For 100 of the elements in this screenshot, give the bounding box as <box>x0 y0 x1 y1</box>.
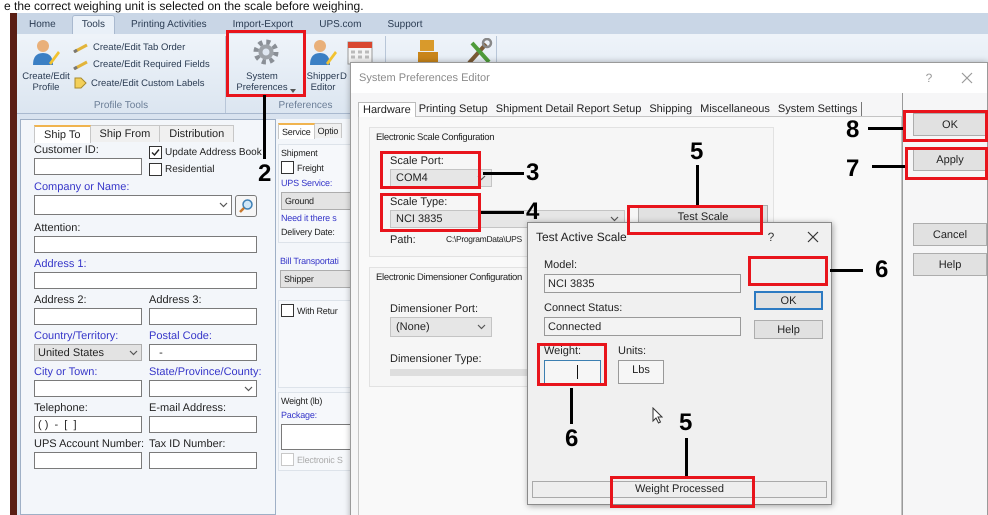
caption-text: e the correct weighing unit is selected on the scale before weighing. <box>3 0 365 13</box>
ribbon-tab[interactable]: UPS.com <box>309 15 372 34</box>
field-label: Weight: <box>544 345 582 357</box>
group-title: Electronic Scale Configuration <box>376 132 496 143</box>
ribbon-tab[interactable]: Support <box>377 15 432 34</box>
ribbon-group-label: Profile Tools <box>92 100 150 113</box>
tab[interactable]: Service <box>278 123 315 139</box>
ribbon-button[interactable]: System Preferences <box>236 71 296 93</box>
ribbon-button[interactable]: D <box>340 71 347 82</box>
dropdown[interactable]: United States <box>34 344 142 361</box>
text-field[interactable] <box>34 272 257 289</box>
field-label: Delivery Date: <box>281 226 335 238</box>
ribbon-menu-item[interactable]: Create/Edit Required Fields <box>73 59 210 70</box>
link[interactable]: Need it there s <box>281 213 337 223</box>
field-label: Bill Transportati <box>280 255 339 267</box>
leader-line <box>696 165 699 205</box>
text-field[interactable] <box>34 452 142 469</box>
combo-box[interactable] <box>149 380 257 397</box>
field-label: Telephone: <box>34 402 88 414</box>
field-label: Address 1: <box>34 258 87 270</box>
leader-line <box>685 438 688 476</box>
field-label: Units: <box>618 345 646 357</box>
highlight-box <box>537 343 607 386</box>
dialog-button[interactable]: OK <box>913 113 987 136</box>
search-icon <box>238 198 254 214</box>
text-field[interactable] <box>149 308 257 325</box>
field-label: Dimensioner Type: <box>390 353 482 365</box>
leader-line <box>263 95 266 159</box>
field-label: City or Town: <box>34 366 98 378</box>
leader-line <box>483 172 524 175</box>
tab[interactable]: Optio <box>314 123 342 138</box>
mouse-pointer-icon <box>652 407 663 424</box>
label-icon <box>73 76 87 90</box>
search-button[interactable] <box>235 195 257 217</box>
status-bar: Weight Processed <box>532 481 827 498</box>
dialog-button[interactable]: OK <box>754 291 823 310</box>
leader-line <box>868 127 903 130</box>
text-field[interactable] <box>281 424 350 450</box>
dropdown[interactable]: COM4 <box>390 169 492 187</box>
dialog-button[interactable]: Help <box>913 253 987 276</box>
ribbon-tab[interactable]: Home <box>19 15 66 34</box>
callout-number: 5 <box>679 411 692 435</box>
leader-line <box>830 269 863 272</box>
field-label: E-mail Address: <box>149 402 226 414</box>
chevron-down-icon <box>477 324 486 330</box>
person-pencil-icon <box>31 38 61 66</box>
ribbon-button[interactable]: Create/Edit Profile <box>22 71 70 93</box>
field-label: Scale Type: <box>390 196 448 208</box>
field-label: Address 3: <box>149 294 202 306</box>
text-field[interactable] <box>34 380 142 397</box>
field-label: Model: <box>544 259 578 271</box>
ribbon-menu-item[interactable]: Create/Edit Custom Labels <box>73 76 210 90</box>
tab[interactable]: Hardware <box>358 102 416 117</box>
text-field[interactable] <box>149 452 257 469</box>
group-title: Weight (lb) <box>281 396 324 406</box>
field-label: Postal Code: <box>149 330 212 342</box>
checkbox[interactable] <box>281 161 294 174</box>
dialog-button[interactable]: Help <box>754 320 823 339</box>
close-icon[interactable] <box>807 231 819 243</box>
field-label: Path: <box>390 234 417 246</box>
text-field[interactable] <box>34 236 257 253</box>
tab[interactable]: Ship To <box>34 125 90 143</box>
pencil-icon <box>73 42 89 52</box>
field-label: State/Province/County: <box>149 366 262 378</box>
tab[interactable]: Distribution <box>159 125 234 142</box>
dropdown[interactable]: Ground <box>281 192 350 210</box>
ribbon-button[interactable]: Shipper Editor <box>306 71 340 93</box>
dialog-title: System Preferences Editor <box>359 72 491 84</box>
checkbox[interactable] <box>149 146 162 159</box>
callout-number: 5 <box>690 140 704 164</box>
combo-box[interactable] <box>34 195 232 215</box>
dialog-title: Test Active Scale <box>536 230 628 244</box>
tab[interactable]: System Settings <box>774 102 862 116</box>
field-label: Address 2: <box>34 294 87 306</box>
text-field[interactable]: ( ) - [ ] <box>34 416 142 433</box>
ribbon-tab[interactable]: Import-Export <box>222 15 304 34</box>
text-field[interactable] <box>34 308 142 325</box>
field-label: Customer ID: <box>34 144 99 156</box>
chevron-down-icon <box>610 216 619 222</box>
help-button[interactable]: ? <box>761 230 781 244</box>
dropdown[interactable]: (None) <box>390 317 492 337</box>
text-field[interactable] <box>149 416 257 433</box>
ribbon-menu-item[interactable]: Create/Edit Tab Order <box>73 42 210 53</box>
leader-line <box>481 211 524 214</box>
text-field[interactable] <box>34 158 142 175</box>
dialog-button[interactable]: Cancel <box>913 223 987 246</box>
dropdown[interactable]: Shipper <box>280 270 350 288</box>
gear-icon <box>252 38 280 66</box>
chevron-down-icon <box>219 202 228 208</box>
tab[interactable]: Ship From <box>90 125 160 142</box>
chevron-down-icon <box>477 175 486 181</box>
field-label: Dimensioner Port: <box>390 303 478 315</box>
field-label: UPS Service: <box>281 177 332 189</box>
checkbox[interactable] <box>281 304 294 317</box>
group-title: Shipment <box>281 148 318 158</box>
text-field[interactable]: - <box>149 344 257 361</box>
checkbox[interactable] <box>149 163 162 176</box>
ribbon-tab[interactable]: Printing Activities <box>121 15 217 34</box>
text-field[interactable] <box>544 360 601 384</box>
ribbon-tab[interactable]: Tools <box>72 15 116 34</box>
